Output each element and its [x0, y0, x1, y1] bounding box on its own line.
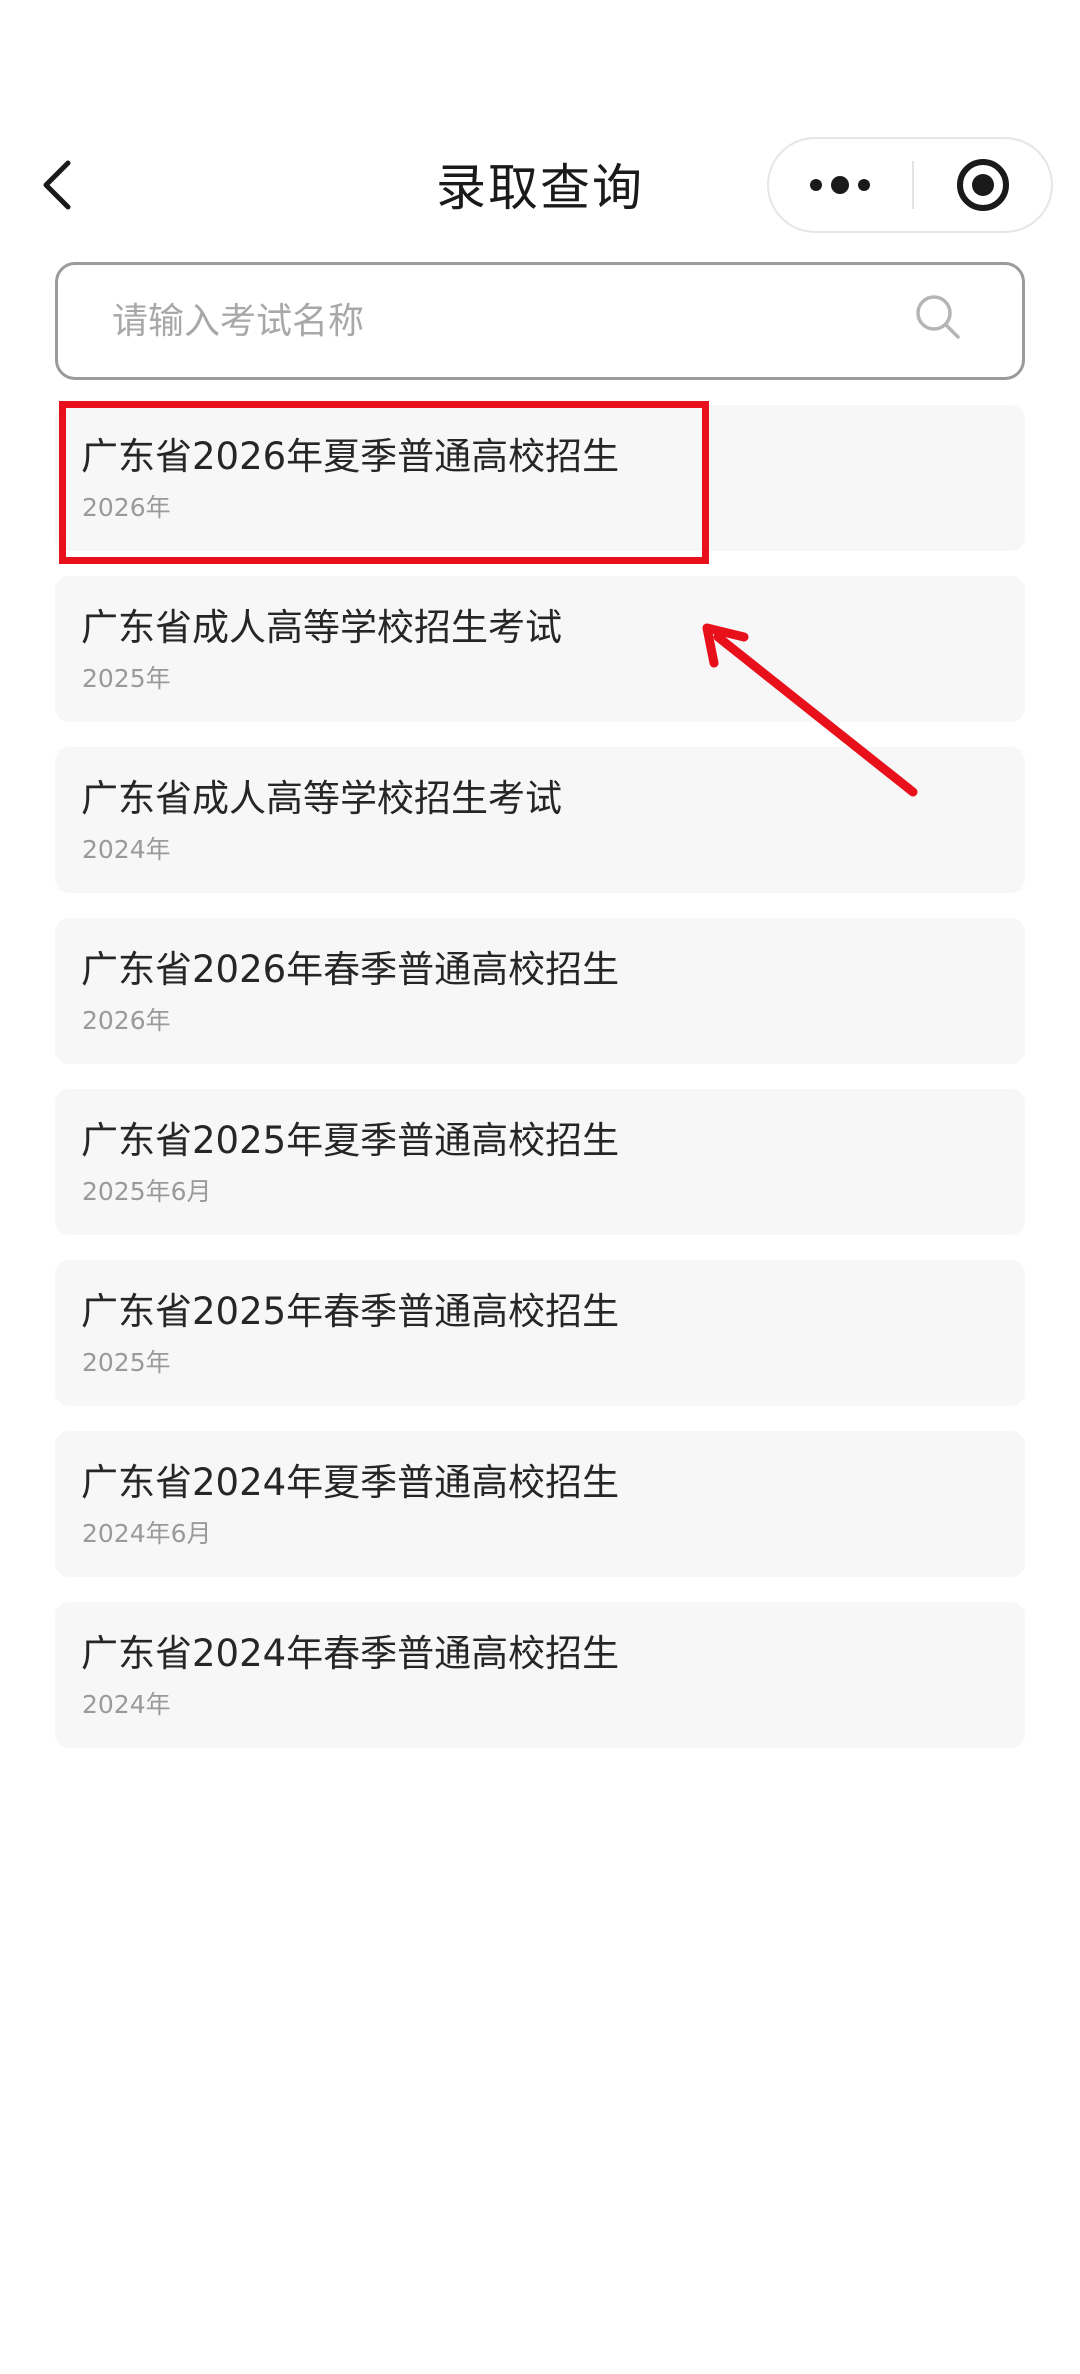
exam-card[interactable]: 广东省2024年春季普通高校招生 2024年 [55, 1602, 1025, 1748]
exam-card[interactable]: 广东省2025年春季普通高校招生 2025年 [55, 1260, 1025, 1406]
exam-title: 广东省2026年春季普通高校招生 [81, 948, 620, 991]
exam-title: 广东省2024年夏季普通高校招生 [81, 1461, 620, 1504]
exam-title: 广东省2025年夏季普通高校招生 [81, 1119, 620, 1162]
search-box [55, 262, 1025, 380]
exam-card[interactable]: 广东省2024年夏季普通高校招生 2024年6月 [55, 1431, 1025, 1577]
search-icon[interactable] [908, 287, 968, 347]
mini-program-capsule [767, 137, 1053, 233]
navigation-bar: 录取查询 [0, 0, 1080, 240]
exam-year: 2026年 [82, 493, 171, 522]
exam-year: 2024年6月 [82, 1519, 212, 1548]
exam-year: 2025年 [82, 1348, 171, 1377]
exam-year: 2024年 [82, 835, 171, 864]
exam-year: 2025年 [82, 664, 171, 693]
back-button[interactable] [28, 150, 88, 220]
more-dots-icon [810, 176, 870, 194]
exam-card[interactable]: 广东省2026年夏季普通高校招生 2026年 [55, 405, 1025, 551]
exam-year: 2025年6月 [82, 1177, 212, 1206]
more-button[interactable] [769, 139, 911, 231]
exam-card[interactable]: 广东省成人高等学校招生考试 2025年 [55, 576, 1025, 722]
exam-year: 2026年 [82, 1006, 171, 1035]
exam-list: 广东省2026年夏季普通高校招生 2026年 广东省成人高等学校招生考试 202… [55, 405, 1025, 1773]
target-circle-icon [956, 159, 1009, 211]
exam-card[interactable]: 广东省成人高等学校招生考试 2024年 [55, 747, 1025, 893]
search-input[interactable] [112, 265, 892, 377]
chevron-left-icon [43, 160, 71, 210]
exam-title: 广东省2026年夏季普通高校招生 [81, 435, 620, 478]
page-title: 录取查询 [436, 159, 644, 217]
exam-title: 广东省2024年春季普通高校招生 [81, 1632, 620, 1675]
exam-title: 广东省2025年春季普通高校招生 [81, 1290, 620, 1333]
exam-title: 广东省成人高等学校招生考试 [81, 606, 562, 649]
exam-card[interactable]: 广东省2025年夏季普通高校招生 2025年6月 [55, 1089, 1025, 1235]
exam-year: 2024年 [82, 1690, 171, 1719]
close-mini-program-button[interactable] [914, 139, 1051, 231]
exam-card[interactable]: 广东省2026年春季普通高校招生 2026年 [55, 918, 1025, 1064]
exam-title: 广东省成人高等学校招生考试 [81, 777, 562, 820]
